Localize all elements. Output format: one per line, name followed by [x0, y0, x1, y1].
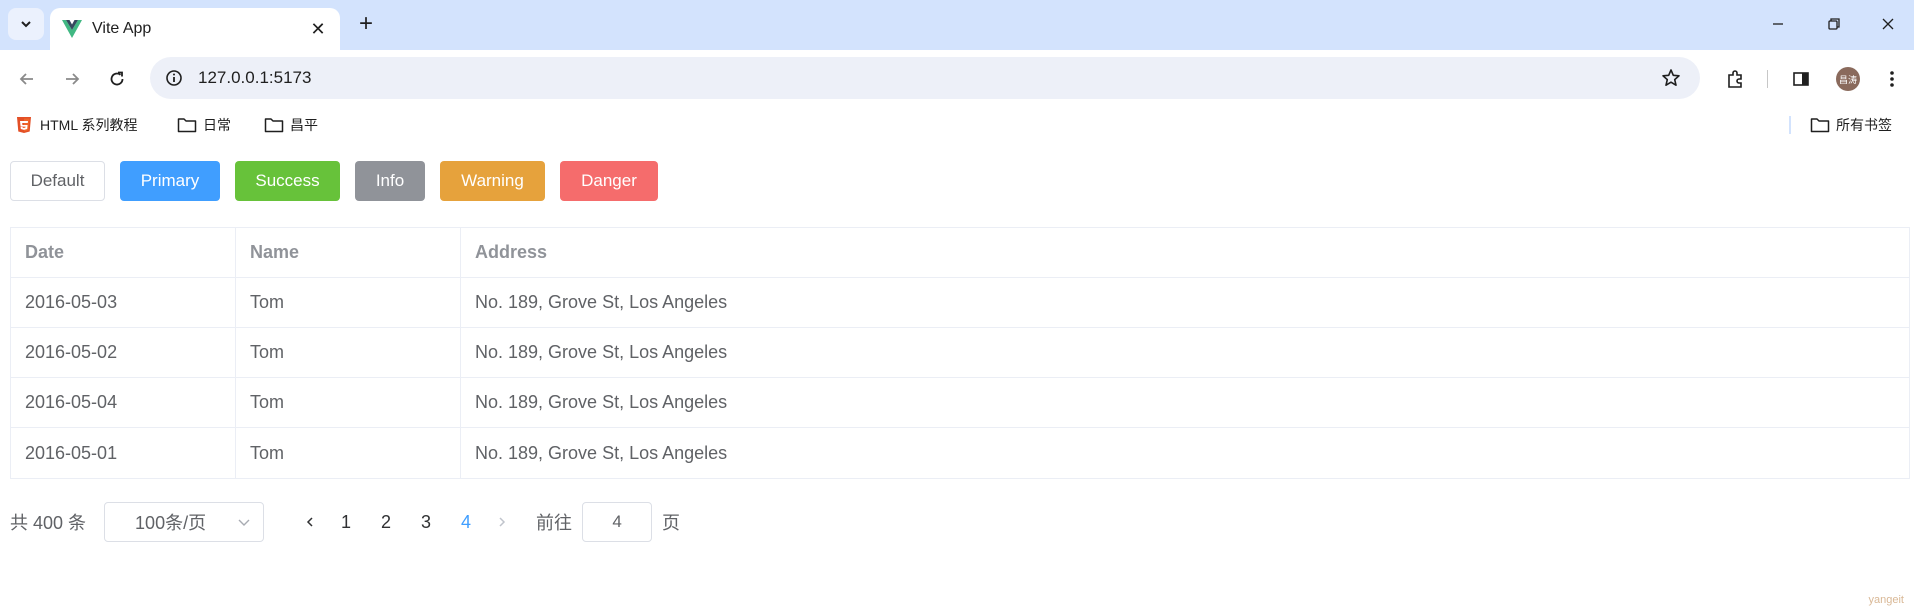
bookmark-label: 昌平 [290, 117, 318, 133]
bookmark-star-icon[interactable] [1656, 63, 1686, 93]
bookmarks-bar: HTML 系列教程 日常 昌平 所有书签 [0, 108, 1914, 142]
arrow-left-icon [19, 73, 33, 85]
bookmark-label: HTML 系列教程 [40, 117, 138, 133]
reload-icon [110, 71, 124, 86]
bookmark-html-tutorial[interactable]: HTML 系列教程 [14, 112, 137, 138]
button-row: Default Primary Success Info Warning Dan… [10, 161, 673, 201]
back-button[interactable] [12, 64, 42, 94]
bookmark-label: 日常 [203, 117, 231, 133]
bookmark-folder-daily[interactable]: 日常 [177, 112, 231, 138]
cell-date: 2016-05-01 [11, 428, 236, 478]
cell-address: No. 189, Grove St, Los Angeles [475, 292, 728, 312]
restore-icon [1828, 18, 1840, 30]
data-table: Date Name Address 2016-05-03 Tom No. 189… [10, 227, 1910, 479]
prev-page-button[interactable] [294, 506, 326, 538]
close-icon [1882, 18, 1894, 30]
browser-toolbar: 127.0.0.1:5173 昌涛 [0, 50, 1914, 108]
cell-date: 2016-05-04 [11, 378, 236, 427]
cell-date: 2016-05-03 [11, 278, 236, 327]
minimize-icon [1773, 23, 1783, 25]
page-size-value: 100条/页 [135, 513, 207, 533]
page-size-select[interactable]: 100条/页 [104, 502, 265, 542]
tab-title: Vite App [92, 20, 152, 37]
menu-button[interactable] [1877, 64, 1907, 94]
reload-button[interactable] [102, 64, 132, 94]
more-vertical-icon [1890, 71, 1894, 87]
cell-name: Tom [236, 278, 461, 327]
minimize-button[interactable] [1756, 8, 1800, 40]
restore-button[interactable] [1812, 8, 1856, 40]
chevron-down-icon [238, 519, 250, 526]
table-row[interactable]: 2016-05-01 Tom No. 189, Grove St, Los An… [11, 428, 1909, 478]
default-button[interactable]: Default [10, 161, 105, 201]
html5-icon [14, 115, 34, 135]
page-number-3[interactable]: 3 [406, 506, 446, 538]
toolbar-divider [1767, 70, 1768, 88]
chevron-left-icon [306, 517, 313, 527]
cell-address: No. 189, Grove St, Los Angeles [475, 442, 728, 463]
close-window-button[interactable] [1866, 8, 1910, 40]
page-suffix-label: 页 [662, 513, 681, 533]
puzzle-icon [1728, 70, 1742, 88]
bookmark-folder-changping[interactable]: 昌平 [264, 112, 318, 138]
address-bar[interactable]: 127.0.0.1:5173 [150, 57, 1700, 99]
watermark: yangeit [1868, 594, 1904, 606]
success-button[interactable]: Success [235, 161, 340, 201]
url-text: 127.0.0.1:5173 [198, 68, 312, 87]
next-page-button[interactable] [486, 506, 518, 538]
arrow-right-icon [66, 73, 80, 85]
cell-name: Tom [236, 328, 461, 377]
folder-icon [177, 115, 197, 135]
table-header-row: Date Name Address [11, 228, 1909, 278]
page-number-1[interactable]: 1 [326, 506, 366, 538]
table-row[interactable]: 2016-05-02 Tom No. 189, Grove St, Los An… [11, 328, 1909, 378]
site-info-icon[interactable] [162, 66, 186, 90]
tab-strip: Vite App ✕ + [0, 0, 1914, 50]
folder-icon [264, 115, 284, 135]
chevron-right-icon [499, 517, 506, 527]
page-number-4[interactable]: 4 [446, 506, 486, 538]
column-header-name[interactable]: Name [236, 228, 461, 277]
column-header-address[interactable]: Address [461, 228, 1909, 277]
cell-name: Tom [236, 428, 461, 478]
cell-date: 2016-05-02 [11, 328, 236, 377]
chevron-down-icon [21, 21, 31, 28]
danger-button[interactable]: Danger [560, 161, 658, 201]
vue-logo-icon [62, 19, 82, 39]
goto-label: 前往 [536, 513, 573, 533]
close-tab-icon[interactable]: ✕ [304, 15, 332, 43]
pagination-total: 共 400 条 [10, 513, 87, 533]
forward-button[interactable] [57, 64, 87, 94]
cell-address: No. 189, Grove St, Los Angeles [475, 342, 728, 362]
column-header-date[interactable]: Date [11, 228, 236, 277]
bookmark-label: 所有书签 [1836, 117, 1892, 133]
goto-page-input[interactable]: 4 [582, 502, 653, 542]
bookmarks-divider [1789, 116, 1791, 134]
primary-button[interactable]: Primary [120, 161, 220, 201]
table-row[interactable]: 2016-05-03 Tom No. 189, Grove St, Los An… [11, 278, 1909, 328]
side-panel-button[interactable] [1786, 64, 1816, 94]
info-button[interactable]: Info [355, 161, 425, 201]
tab-search-button[interactable] [8, 8, 44, 40]
folder-icon [1810, 115, 1830, 135]
extensions-button[interactable] [1720, 64, 1750, 94]
page-number-2[interactable]: 2 [366, 506, 406, 538]
side-panel-icon [1793, 72, 1809, 86]
profile-avatar[interactable]: 昌涛 [1836, 67, 1860, 91]
page-content: Default Primary Success Info Warning Dan… [0, 142, 1914, 616]
cell-name: Tom [236, 378, 461, 427]
all-bookmarks-folder[interactable]: 所有书签 [1810, 112, 1892, 138]
new-tab-button[interactable]: + [352, 10, 380, 38]
pagination: 共 400 条 100条/页 1 2 3 4 前往 4 页 [10, 502, 680, 542]
cell-address: No. 189, Grove St, Los Angeles [475, 392, 728, 412]
browser-tab[interactable]: Vite App ✕ [50, 8, 340, 50]
warning-button[interactable]: Warning [440, 161, 545, 201]
table-row[interactable]: 2016-05-04 Tom No. 189, Grove St, Los An… [11, 378, 1909, 428]
